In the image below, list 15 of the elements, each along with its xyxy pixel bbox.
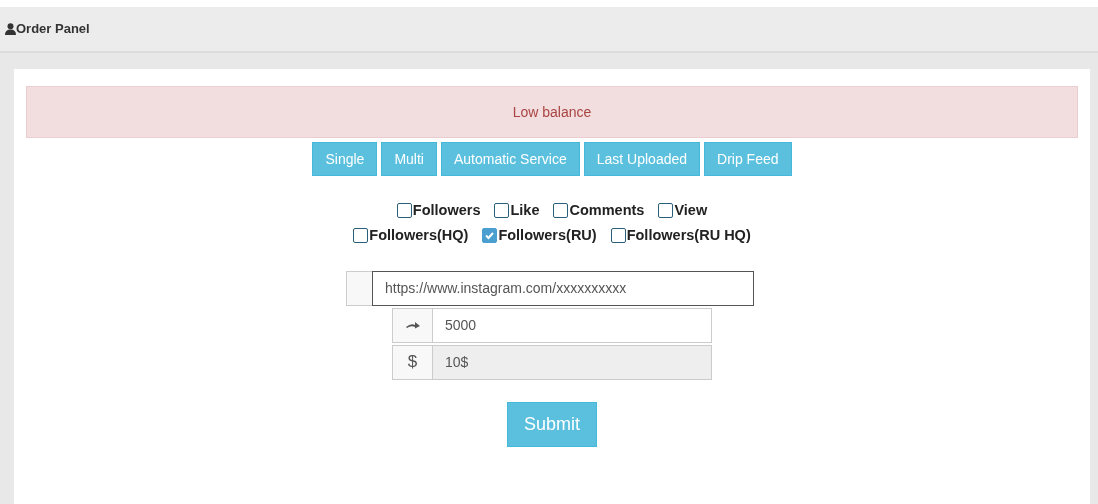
option-checkbox[interactable]: View <box>658 200 708 222</box>
panel-title: Order Panel <box>5 19 90 39</box>
currency-label: $ <box>392 344 432 380</box>
balance-alert: Low balance <box>26 86 1078 138</box>
user-icon <box>5 23 16 35</box>
option-checkbox[interactable]: Followers <box>396 200 481 222</box>
check-icon <box>484 230 496 242</box>
option-checkbox[interactable]: Comments <box>553 200 645 222</box>
option-checkbox[interactable]: Followers(HQ) <box>353 224 469 247</box>
input-addon <box>346 270 372 306</box>
option-checkbox[interactable]: Like <box>494 200 540 222</box>
option-checkbox[interactable]: Followers(RU) <box>482 224 597 247</box>
input-field[interactable]: 5000 <box>432 307 712 343</box>
option-checkbox[interactable]: Followers(RU HQ) <box>610 224 751 247</box>
input-field[interactable]: https://www.instagram.com/xxxxxxxxxx <box>372 270 754 306</box>
